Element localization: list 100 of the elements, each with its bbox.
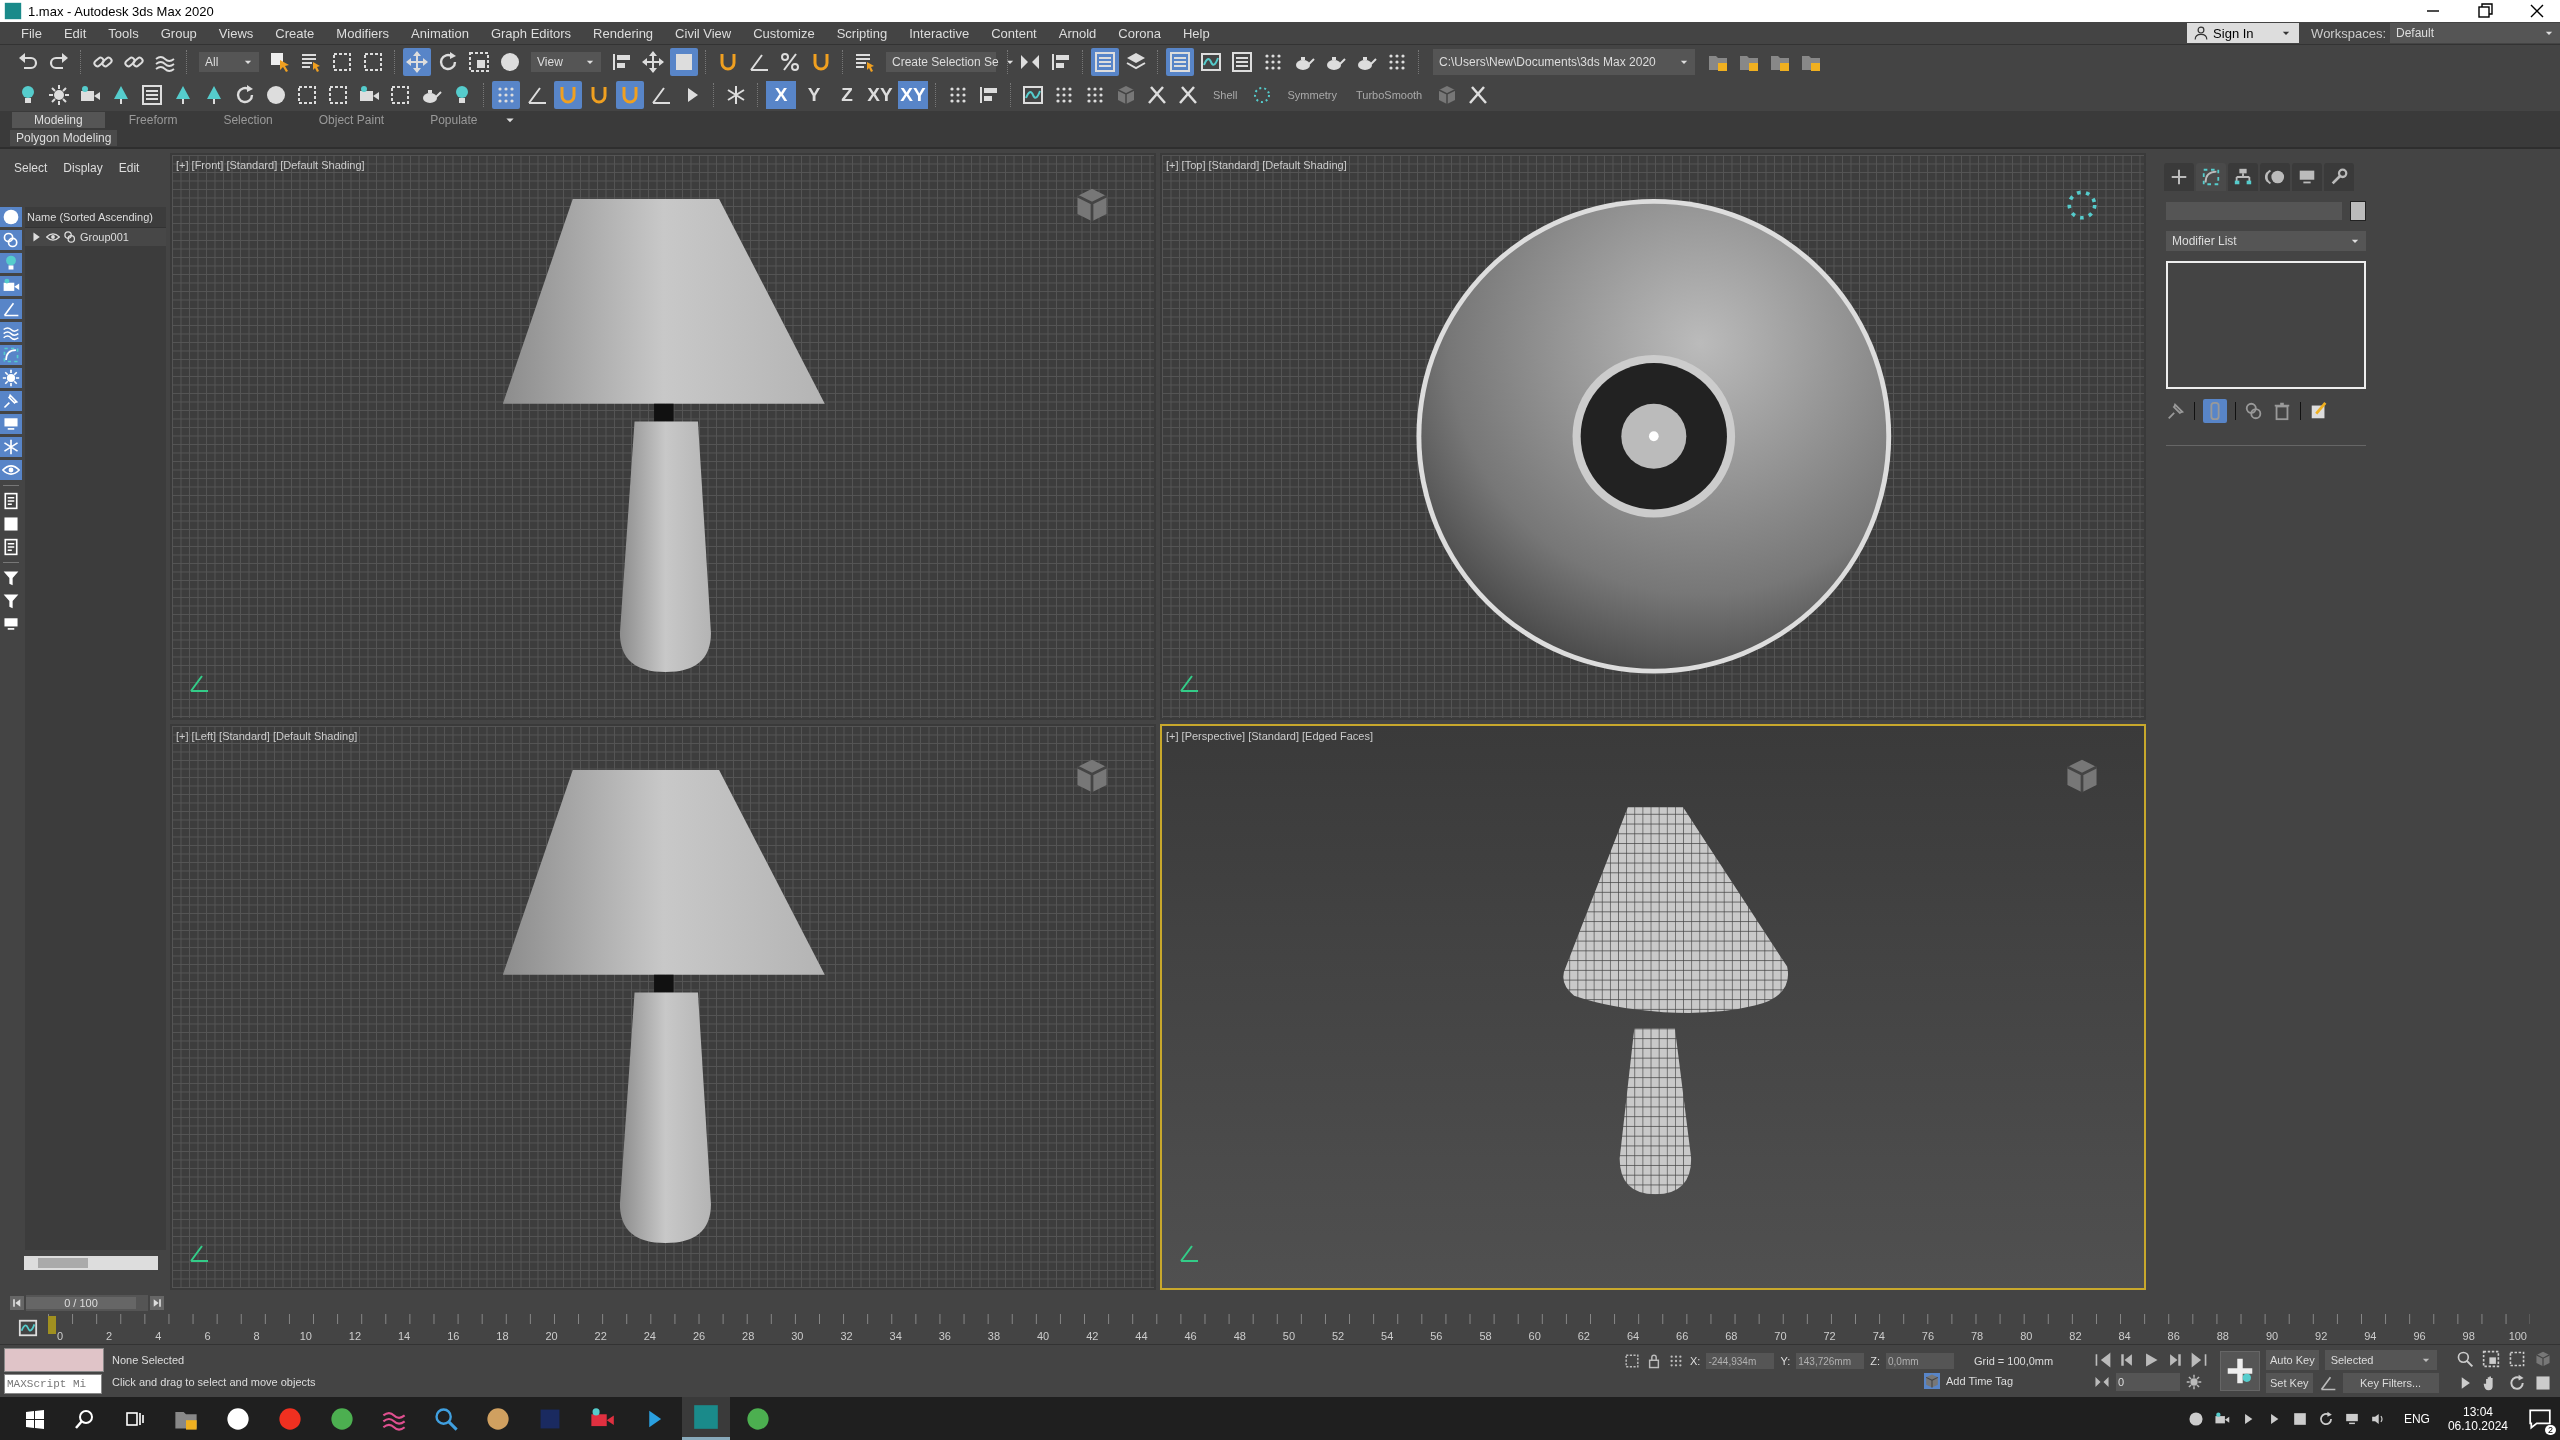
menu-item[interactable]: Group bbox=[149, 25, 208, 41]
axis-constraint-button[interactable]: Y bbox=[799, 80, 829, 109]
horizontal-scrollbar[interactable] bbox=[24, 1256, 158, 1270]
language-indicator[interactable]: ENG bbox=[2403, 1411, 2430, 1426]
menu-item[interactable]: Scripting bbox=[825, 25, 899, 41]
percent-snap-icon[interactable] bbox=[779, 50, 801, 73]
menu-item[interactable]: Content bbox=[980, 25, 1048, 41]
square-icon[interactable] bbox=[2, 515, 20, 533]
menu-item[interactable]: Modifiers bbox=[325, 25, 401, 41]
page-icon[interactable] bbox=[2, 492, 20, 510]
viewport-label[interactable]: [+] [Front] [Standard] [Default Shading] bbox=[176, 159, 365, 171]
go-to-end-icon[interactable] bbox=[2190, 1351, 2208, 1369]
sign-in-button[interactable]: Sign In bbox=[2187, 23, 2300, 43]
coordinate-field[interactable]: 0,0mm bbox=[1886, 1353, 1954, 1369]
modifier-list-dropdown[interactable]: Modifier List bbox=[2166, 231, 2366, 251]
current-frame-field[interactable]: 0 bbox=[2116, 1373, 2180, 1391]
set-keys-button[interactable] bbox=[2220, 1351, 2260, 1391]
menu-item[interactable]: Views bbox=[207, 25, 265, 41]
orbit-icon[interactable] bbox=[2508, 1374, 2526, 1392]
menu-item[interactable]: Customize bbox=[742, 25, 826, 41]
page-icon[interactable] bbox=[2, 538, 20, 556]
frame-icon[interactable] bbox=[327, 83, 349, 106]
command-panel-tab[interactable] bbox=[2228, 163, 2258, 191]
pin-icon[interactable] bbox=[2166, 401, 2186, 421]
axis-constraint-button[interactable]: XY bbox=[865, 80, 895, 109]
viewport-label[interactable]: [+] [Left] [Standard] [Default Shading] bbox=[176, 729, 358, 742]
previous-frame-button[interactable] bbox=[10, 1296, 24, 1310]
menu-item[interactable]: Civil View bbox=[664, 25, 743, 41]
menu-item[interactable]: Rendering bbox=[582, 25, 665, 41]
tray-icon[interactable] bbox=[2291, 1410, 2308, 1427]
filter-toggle-icon[interactable] bbox=[2, 231, 20, 249]
explorer-menu-item[interactable]: Edit bbox=[118, 161, 140, 193]
modifier-button[interactable]: TurboSmooth bbox=[1347, 88, 1431, 101]
key-filters-button[interactable]: Key Filters... bbox=[2342, 1372, 2439, 1393]
viewport-label[interactable]: [+] [Top] [Standard] [Default Shading] bbox=[1166, 159, 1347, 171]
axis-constraint-button[interactable]: X bbox=[766, 80, 796, 109]
ribbon-tab[interactable]: Modeling bbox=[12, 112, 105, 128]
rotate-icon[interactable] bbox=[234, 83, 256, 106]
curve-icon[interactable] bbox=[1022, 83, 1044, 106]
scale-icon[interactable] bbox=[468, 50, 490, 73]
go-to-start-icon[interactable] bbox=[2094, 1351, 2112, 1369]
viewport[interactable]: [+] [Top] [Standard] [Default Shading] bbox=[1160, 153, 2146, 720]
curve-editor-icon[interactable] bbox=[18, 1318, 38, 1338]
command-panel-tab[interactable] bbox=[2324, 163, 2354, 191]
notifications-icon[interactable] bbox=[2528, 1406, 2552, 1431]
frame-icon[interactable] bbox=[389, 83, 411, 106]
sphere-icon[interactable] bbox=[499, 50, 521, 73]
sphere-icon[interactable] bbox=[265, 83, 287, 106]
menu-item[interactable]: Create bbox=[264, 25, 326, 41]
lock-icon[interactable] bbox=[1646, 1353, 1662, 1369]
search-icon[interactable] bbox=[74, 1407, 96, 1430]
key-mode-dropdown[interactable]: Selected bbox=[2324, 1349, 2437, 1370]
tree-row[interactable]: Group001 bbox=[25, 228, 166, 246]
modifier-stack[interactable] bbox=[2166, 261, 2366, 389]
group-icon[interactable] bbox=[63, 230, 77, 244]
add-time-tag-button[interactable]: Add Time Tag bbox=[1924, 1373, 2014, 1389]
viewport-label[interactable]: [+] [Perspective] [Standard] [Edged Faces] bbox=[1166, 729, 1373, 742]
ribbon-tab[interactable]: Populate bbox=[408, 112, 500, 128]
explorer-menu-item[interactable]: Display bbox=[63, 161, 103, 193]
tray-icon[interactable] bbox=[2317, 1410, 2334, 1427]
menu-item[interactable]: File bbox=[10, 25, 53, 41]
command-panel-tab[interactable] bbox=[2196, 163, 2226, 191]
next-frame-button[interactable] bbox=[150, 1296, 164, 1310]
clock-date[interactable]: 06.10.2024 bbox=[2447, 1418, 2508, 1433]
filter-icon[interactable] bbox=[2, 592, 20, 610]
filter-toggle-icon[interactable] bbox=[2, 392, 20, 410]
ribbon-tab[interactable]: Object Paint bbox=[296, 112, 407, 128]
frame-icon[interactable] bbox=[296, 83, 318, 106]
selection-filter-dropdown[interactable]: All bbox=[199, 51, 259, 72]
modifier-button[interactable]: Shell bbox=[1205, 88, 1246, 101]
windows-start-icon[interactable] bbox=[24, 1407, 46, 1430]
time-slider-thumb[interactable]: 0 / 100 bbox=[26, 1297, 136, 1309]
set-key-button[interactable]: Set Key bbox=[2266, 1372, 2313, 1393]
time-slider[interactable]: 0 / 100 bbox=[26, 1295, 148, 1311]
workspaces-dropdown[interactable]: Default bbox=[2390, 23, 2560, 43]
clock-time[interactable]: 13:04 bbox=[2462, 1404, 2493, 1419]
maxscript-output-field[interactable] bbox=[4, 1348, 104, 1372]
menu-item[interactable]: Edit bbox=[52, 25, 98, 41]
command-panel-tab[interactable] bbox=[2164, 163, 2194, 191]
axis-constraint-button[interactable]: XY bbox=[898, 80, 928, 109]
explorer-menu-item[interactable]: Select bbox=[14, 161, 48, 193]
axis-constraint-button[interactable]: Z bbox=[832, 80, 862, 109]
auto-key-button[interactable]: Auto Key bbox=[2266, 1349, 2319, 1370]
menu-item[interactable]: Corona bbox=[1107, 25, 1172, 41]
color-swatch[interactable] bbox=[2350, 201, 2366, 221]
menu-item[interactable]: Tools bbox=[97, 25, 150, 41]
move-icon[interactable] bbox=[642, 50, 664, 73]
viewport[interactable]: [+] [Perspective] [Standard] [Edged Faces] bbox=[1160, 723, 2146, 1290]
filter-toggle-icon[interactable] bbox=[2, 208, 20, 226]
menu-item[interactable]: Graph Editors bbox=[479, 25, 583, 41]
filter-icon[interactable] bbox=[2, 569, 20, 587]
menu-item[interactable]: Interactive bbox=[898, 25, 981, 41]
ribbon-tab[interactable]: Freeform bbox=[106, 112, 200, 128]
viewport[interactable]: [+] [Front] [Standard] [Default Shading] bbox=[170, 153, 1156, 720]
zoom-icon[interactable] bbox=[2456, 1350, 2474, 1368]
project-path-dropdown[interactable]: C:\Users\New\Documents\3ds Max 2020 bbox=[1433, 48, 1695, 75]
maxscript-input-field[interactable]: MAXScript Mi bbox=[4, 1374, 102, 1394]
rotate-icon[interactable] bbox=[437, 50, 459, 73]
curve-editor-icon[interactable] bbox=[1200, 50, 1222, 73]
trash-icon[interactable] bbox=[2272, 401, 2292, 421]
